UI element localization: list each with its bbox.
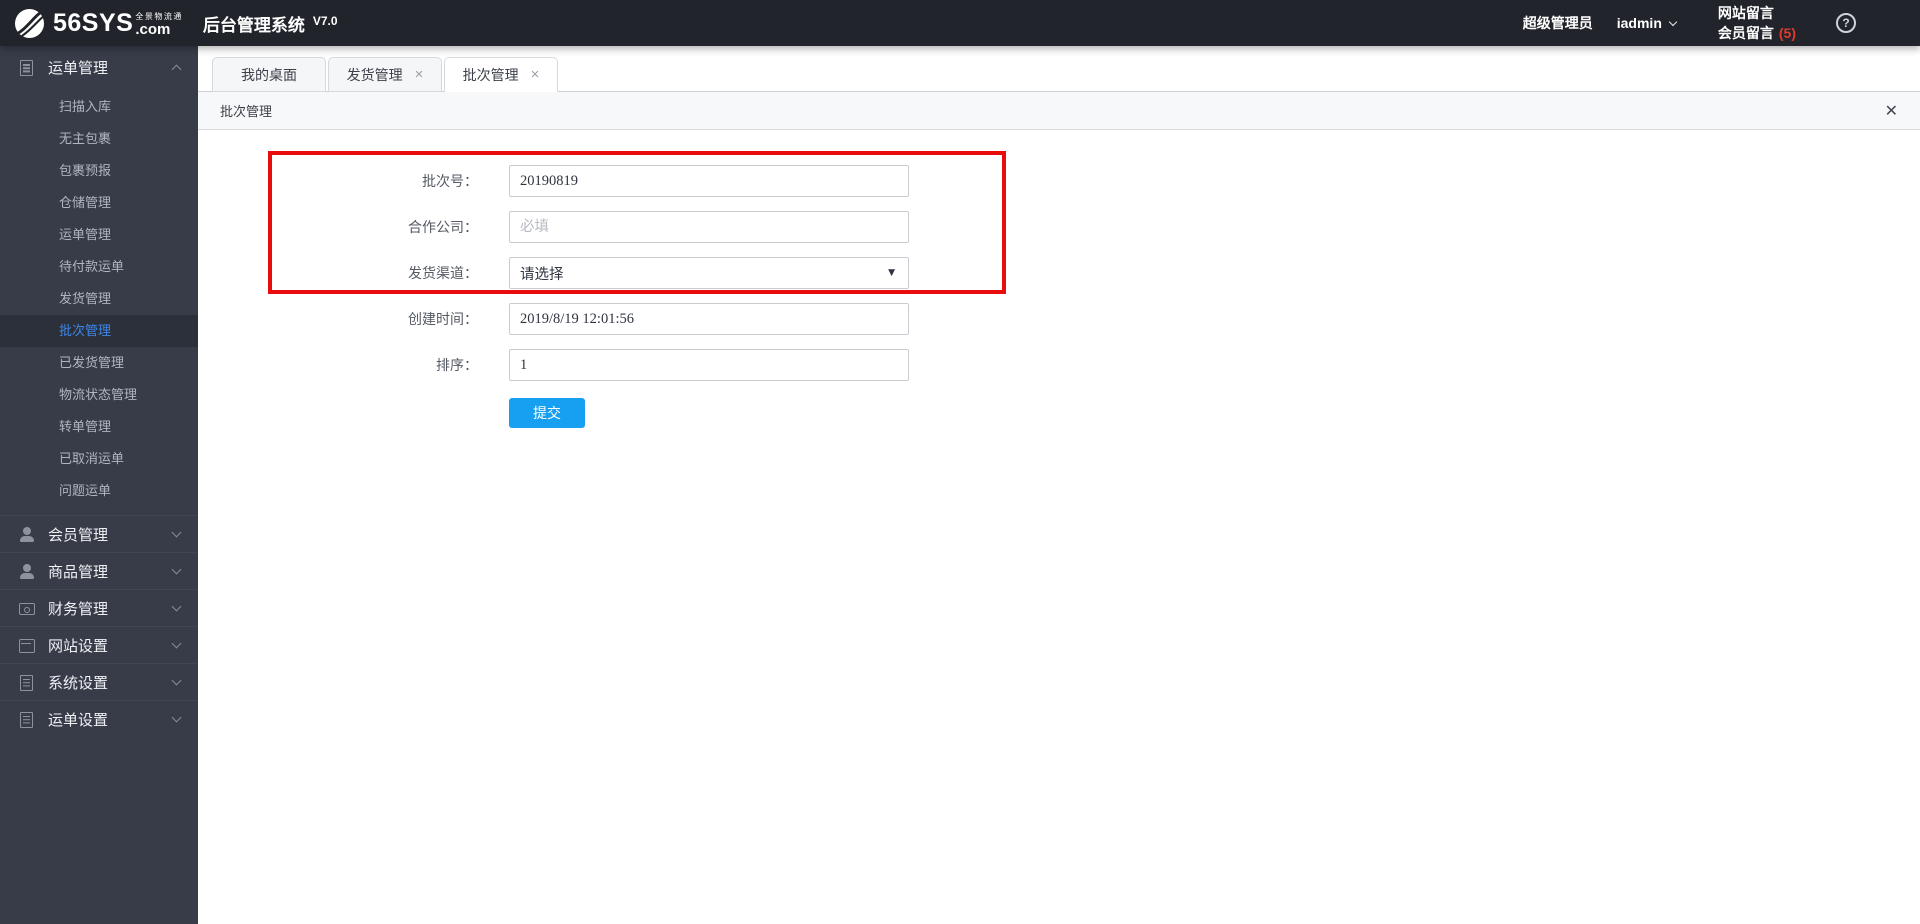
tab-bar: 我的桌面 × 发货管理 × 批次管理 × xyxy=(198,46,1920,92)
app-title: 后台管理系统 xyxy=(202,15,305,35)
sidebar-group-item[interactable]: 商品管理 xyxy=(0,552,198,589)
form-row: 批次号： 20190819 ▼ xyxy=(198,165,1920,197)
chevron-down-icon xyxy=(1668,17,1678,26)
sidebar: 运单管理 扫描入库 无主包裹 包裹预报 仓储管理 运单管理 待付款运单 发货管理… xyxy=(0,46,198,924)
sidebar-subitem[interactable]: 发货管理 xyxy=(0,283,198,315)
text-input[interactable] xyxy=(509,165,909,197)
document-icon xyxy=(18,674,35,691)
logo: 56SYS 全景物流通 .com xyxy=(14,8,183,39)
sidebar-subitem[interactable]: 包裹预报 xyxy=(0,155,198,187)
sidebar-group-item[interactable]: 网站设置 xyxy=(0,626,198,663)
user-role-label: 超级管理员 xyxy=(1522,15,1593,31)
tab-label: 我的桌面 xyxy=(241,66,297,83)
dropdown-arrow-icon: ▼ xyxy=(888,268,895,278)
document-icon xyxy=(18,59,35,76)
form-row: 排序： 1 ▼ xyxy=(198,349,1920,381)
brand-tagline: 全景物流通 xyxy=(135,12,183,21)
sidebar-submenu: 扫描入库 无主包裹 包裹预报 仓储管理 运单管理 待付款运单 发货管理 批次管理… xyxy=(0,89,198,515)
sidebar-group-item[interactable]: 系统设置 xyxy=(0,663,198,700)
chevron-up-icon xyxy=(171,64,182,75)
field-label: 批次号： xyxy=(422,173,478,189)
tab[interactable]: 发货管理 × xyxy=(328,57,442,92)
sidebar-subitem[interactable]: 已取消运单 xyxy=(0,443,198,475)
chevron-down-icon xyxy=(171,712,182,723)
form-content: 批次号： 20190819 ▼ 合作公司： ▼ xyxy=(198,130,1920,924)
sidebar-group-item[interactable]: 运单设置 xyxy=(0,700,198,737)
field-label: 发货渠道： xyxy=(408,265,478,281)
sidebar-subitem[interactable]: 转单管理 xyxy=(0,411,198,443)
user-menu[interactable]: iadmin xyxy=(1616,15,1678,31)
tab-close-icon[interactable]: × xyxy=(531,67,540,82)
chevron-down-icon xyxy=(171,564,182,575)
header-nav-item[interactable]: 会员留言 (5) xyxy=(1718,23,1796,43)
select-dropdown[interactable]: 请选择 ▼ xyxy=(509,257,909,289)
sidebar-subitem[interactable]: 待付款运单 xyxy=(0,251,198,283)
main-area: 我的桌面 × 发货管理 × 批次管理 × 批次管理 ✕ xyxy=(198,46,1920,924)
text-input[interactable] xyxy=(509,349,909,381)
tab[interactable]: 批次管理 × xyxy=(444,57,558,92)
chevron-down-icon xyxy=(171,675,182,686)
brand-name: 56SYS xyxy=(53,8,134,37)
header-nav-label: 网站留言 xyxy=(1717,5,1774,21)
message-count-badge: (5) xyxy=(1778,25,1796,41)
sidebar-subitem[interactable]: 仓储管理 xyxy=(0,187,198,219)
window-icon xyxy=(18,637,35,654)
sidebar-group-item[interactable]: 会员管理 xyxy=(0,515,198,552)
sidebar-subitem[interactable]: 问题运单 xyxy=(0,475,198,507)
tab[interactable]: 我的桌面 × xyxy=(212,57,326,92)
user-icon xyxy=(18,563,35,580)
panel-header: 批次管理 ✕ xyxy=(198,92,1920,130)
help-icon[interactable]: ? xyxy=(1836,13,1856,33)
app-version: V7.0 xyxy=(312,14,338,28)
form-row: 创建时间： 2019/8/19 12:01:56 ▼ xyxy=(198,303,1920,335)
field-label: 合作公司： xyxy=(408,219,478,235)
sidebar-subitem[interactable]: 已发货管理 xyxy=(0,347,198,379)
form-row: 发货渠道： 请选择 ▼ xyxy=(198,257,1920,289)
document-icon xyxy=(18,711,35,728)
tab-label: 发货管理 xyxy=(346,66,403,83)
sidebar-item-waybill-management[interactable]: 运单管理 xyxy=(0,46,198,89)
sidebar-subitem[interactable]: 扫描入库 xyxy=(0,91,198,123)
tab-close-icon[interactable]: × xyxy=(415,67,424,82)
username: iadmin xyxy=(1616,15,1662,31)
sidebar-subitem[interactable]: 运单管理 xyxy=(0,219,198,251)
field-label: 排序： xyxy=(436,357,478,373)
top-header: 56SYS 全景物流通 .com 后台管理系统 V7.0 超级管理员 iadmi… xyxy=(0,0,1920,46)
chevron-down-icon xyxy=(171,601,182,612)
submit-button[interactable]: 提交 xyxy=(509,398,585,428)
user-icon xyxy=(18,526,35,543)
header-right: 超级管理员 iadmin 网站留言 会员留言 (5) ? xyxy=(1523,3,1920,43)
header-nav-label: 会员留言 xyxy=(1717,25,1774,41)
text-input[interactable] xyxy=(509,303,909,335)
chevron-down-icon xyxy=(171,638,182,649)
panel-title: 批次管理 xyxy=(220,104,273,119)
field-label: 创建时间： xyxy=(408,311,478,327)
select-value: 请选择 xyxy=(520,266,564,283)
panel-close-icon[interactable]: ✕ xyxy=(1885,101,1898,121)
sidebar-subitem[interactable]: 物流状态管理 xyxy=(0,379,198,411)
logo-globe-icon xyxy=(14,8,45,38)
form-row: 合作公司： ▼ xyxy=(198,211,1920,243)
text-input[interactable] xyxy=(509,211,909,243)
tab-label: 批次管理 xyxy=(462,66,519,83)
brand-tld: .com xyxy=(135,21,171,38)
finance-icon xyxy=(18,600,35,617)
chevron-down-icon xyxy=(171,527,182,538)
sidebar-subitem[interactable]: 无主包裹 xyxy=(0,123,198,155)
header-nav-item[interactable]: 网站留言 xyxy=(1718,3,1796,23)
sidebar-group-item[interactable]: 财务管理 xyxy=(0,589,198,626)
sidebar-subitem[interactable]: 批次管理 xyxy=(0,315,198,347)
